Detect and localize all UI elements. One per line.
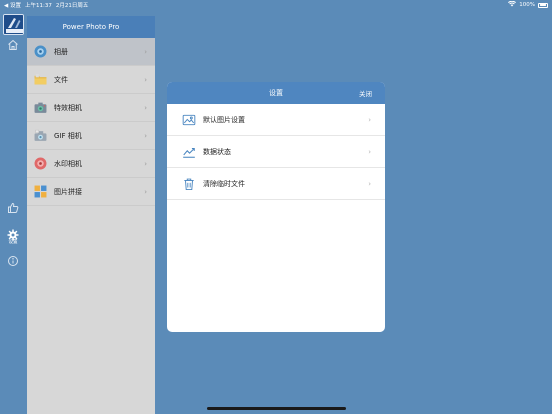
menu-item-label: 文件 [54,75,68,84]
rail-settings-label: 设置 [8,240,18,245]
image-icon [182,113,196,127]
watermark-camera-icon [34,157,47,170]
home-icon[interactable] [4,36,22,54]
collage-icon [34,185,47,198]
menu-title: Power Photo Pro [27,16,155,38]
row-default-image-settings[interactable]: 默认图片设置 › [167,104,385,136]
menu-item-watermark-camera[interactable]: 水印相机 › [27,150,155,178]
chevron-right-icon: › [144,103,147,112]
status-bar: ◀ 设置 上午11:37 2月21日周五 100% [0,0,552,10]
side-rail: 设置 [0,10,26,414]
menu-item-label: 相册 [54,47,68,56]
chevron-right-icon: › [144,187,147,196]
like-icon[interactable] [4,199,22,217]
battery-icon [538,2,548,8]
menu-item-label: 水印相机 [54,159,82,168]
menu-item-label: 特效相机 [54,103,82,112]
album-icon [34,45,47,58]
chevron-right-icon: › [144,75,147,84]
row-clear-temp-files[interactable]: 清除临时文件 › [167,168,385,200]
chevron-right-icon: › [368,147,371,156]
trash-icon [182,177,196,191]
wifi-icon [508,0,517,9]
status-time: 上午11:37 [24,3,52,9]
menu-item-album[interactable]: 相册 › [27,38,155,66]
side-menu: Power Photo Pro 相册 › 文件 › 特效相机 › GIF 相机 … [27,16,155,414]
gif-camera-icon [34,129,47,142]
dialog-title: 设置 [269,89,283,97]
dialog-header: 设置 关闭 [167,82,385,104]
folder-icon [34,73,47,86]
effect-camera-icon [34,101,47,114]
dialog-row-label: 默认图片设置 [203,115,245,124]
battery-percent: 100% [519,2,535,8]
settings-dialog: 设置 关闭 默认图片设置 › 数据状态 › 清除临时文件 › [167,82,385,332]
menu-item-files[interactable]: 文件 › [27,66,155,94]
row-data-status[interactable]: 数据状态 › [167,136,385,168]
status-date: 2月21日周五 [55,3,89,9]
app-logo[interactable] [3,14,24,35]
menu-item-label: 图片拼接 [54,187,82,196]
chevron-right-icon: › [368,115,371,124]
chevron-right-icon: › [144,159,147,168]
chart-icon [182,145,196,159]
menu-item-collage[interactable]: 图片拼接 › [27,178,155,206]
info-icon[interactable] [4,252,22,270]
chevron-right-icon: › [368,179,371,188]
dialog-row-label: 数据状态 [203,147,231,156]
menu-item-label: GIF 相机 [54,131,82,140]
dialog-row-label: 清除临时文件 [203,179,245,188]
back-to-settings-link[interactable]: ◀ 设置 [4,1,21,9]
close-button[interactable]: 关闭 [359,82,372,104]
menu-item-effect-camera[interactable]: 特效相机 › [27,94,155,122]
menu-item-gif-camera[interactable]: GIF 相机 › [27,122,155,150]
chevron-right-icon: › [144,131,147,140]
home-indicator [207,407,346,410]
chevron-right-icon: › [144,47,147,56]
